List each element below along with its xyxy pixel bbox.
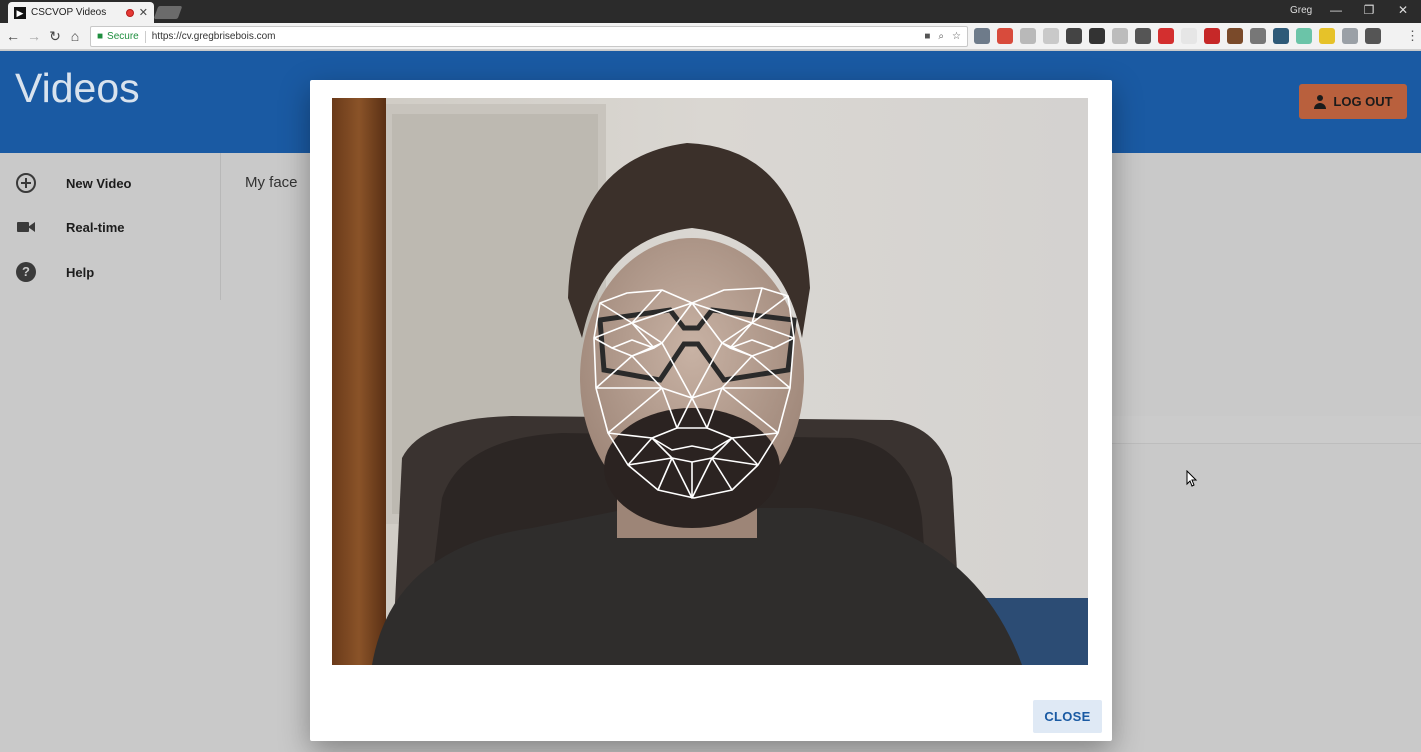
forward-icon[interactable]: → — [25, 27, 43, 45]
extension-16-icon[interactable] — [1342, 28, 1358, 44]
extension-17-icon[interactable] — [1365, 28, 1381, 44]
url-text[interactable]: https://cv.gregbrisebois.com — [152, 31, 917, 42]
browser-tab[interactable]: ▶ CSCVOP Videos ✕ — [8, 2, 154, 23]
extension-0-icon[interactable] — [974, 28, 990, 44]
extension-11-icon[interactable] — [1227, 28, 1243, 44]
mouse-cursor-icon — [1186, 470, 1198, 487]
tab-close-icon[interactable]: ✕ — [139, 6, 148, 19]
address-divider — [144, 30, 146, 43]
extension-7-icon[interactable] — [1135, 28, 1151, 44]
sidebar-item-label: New Video — [66, 175, 132, 191]
extensions-bar — [974, 28, 1381, 44]
extension-2-icon[interactable] — [1020, 28, 1036, 44]
tab-title: CSCVOP Videos — [31, 7, 107, 18]
secure-label: Secure — [107, 31, 139, 42]
recording-indicator-icon — [125, 8, 134, 17]
list-row-divider — [1112, 416, 1421, 444]
logout-button[interactable]: LOG OUT — [1299, 84, 1407, 119]
minimize-icon[interactable]: — — [1326, 3, 1346, 17]
plus-circle-icon — [16, 173, 36, 193]
extension-10-icon[interactable] — [1204, 28, 1220, 44]
browser-toolbar: ← → ↻ ⌂ ■ Secure https://cv.gregbriseboi… — [0, 23, 1421, 50]
reload-icon[interactable]: ↻ — [46, 27, 64, 45]
sidebar: New Video Real-time ? Help — [0, 153, 221, 300]
webcam-frame-image — [332, 98, 1088, 665]
extension-6-icon[interactable] — [1112, 28, 1128, 44]
new-tab-button[interactable] — [153, 6, 183, 19]
help-icon: ? — [16, 262, 36, 282]
sidebar-item-real-time[interactable]: Real-time — [0, 205, 221, 249]
bookmark-star-icon[interactable]: ☆ — [952, 31, 961, 42]
logout-label: LOG OUT — [1333, 94, 1393, 109]
home-icon[interactable]: ⌂ — [66, 27, 84, 45]
window-close-icon[interactable]: ✕ — [1393, 3, 1413, 17]
extension-13-icon[interactable] — [1273, 28, 1289, 44]
page-title: Videos — [15, 65, 140, 111]
video-dialog: CLOSE — [310, 80, 1112, 741]
extension-4-icon[interactable] — [1066, 28, 1082, 44]
close-button[interactable]: CLOSE — [1033, 700, 1102, 733]
extension-8-icon[interactable] — [1158, 28, 1174, 44]
extension-12-icon[interactable] — [1250, 28, 1266, 44]
extension-9-icon[interactable] — [1181, 28, 1197, 44]
sidebar-item-label: Real-time — [66, 219, 125, 235]
browser-title-bar: ▶ CSCVOP Videos ✕ Greg — ❐ ✕ — [0, 0, 1421, 23]
back-icon[interactable]: ← — [4, 27, 22, 45]
address-bar[interactable]: ■ Secure https://cv.gregbrisebois.com ■ … — [90, 26, 968, 47]
lock-icon: ■ — [97, 31, 104, 42]
extension-1-icon[interactable] — [997, 28, 1013, 44]
extension-14-icon[interactable] — [1296, 28, 1312, 44]
extension-5-icon[interactable] — [1089, 28, 1105, 44]
camera-icon[interactable]: ■ — [924, 31, 930, 42]
extension-15-icon[interactable] — [1319, 28, 1335, 44]
tab-favicon-icon: ▶ — [14, 6, 26, 19]
zoom-icon[interactable]: ⌕ — [938, 31, 944, 42]
extension-3-icon[interactable] — [1043, 28, 1059, 44]
restore-icon[interactable]: ❐ — [1359, 3, 1379, 17]
browser-menu-icon[interactable]: ⋮ — [1406, 28, 1419, 44]
sidebar-item-label: Help — [66, 264, 95, 280]
sidebar-item-help[interactable]: ? Help — [0, 250, 221, 294]
camera-icon — [16, 217, 36, 237]
profile-name[interactable]: Greg — [1290, 5, 1312, 16]
webcam-video[interactable] — [332, 98, 1088, 665]
sidebar-item-new-video[interactable]: New Video — [0, 161, 221, 205]
person-icon — [1313, 94, 1327, 109]
video-card-title[interactable]: My face — [245, 174, 298, 191]
